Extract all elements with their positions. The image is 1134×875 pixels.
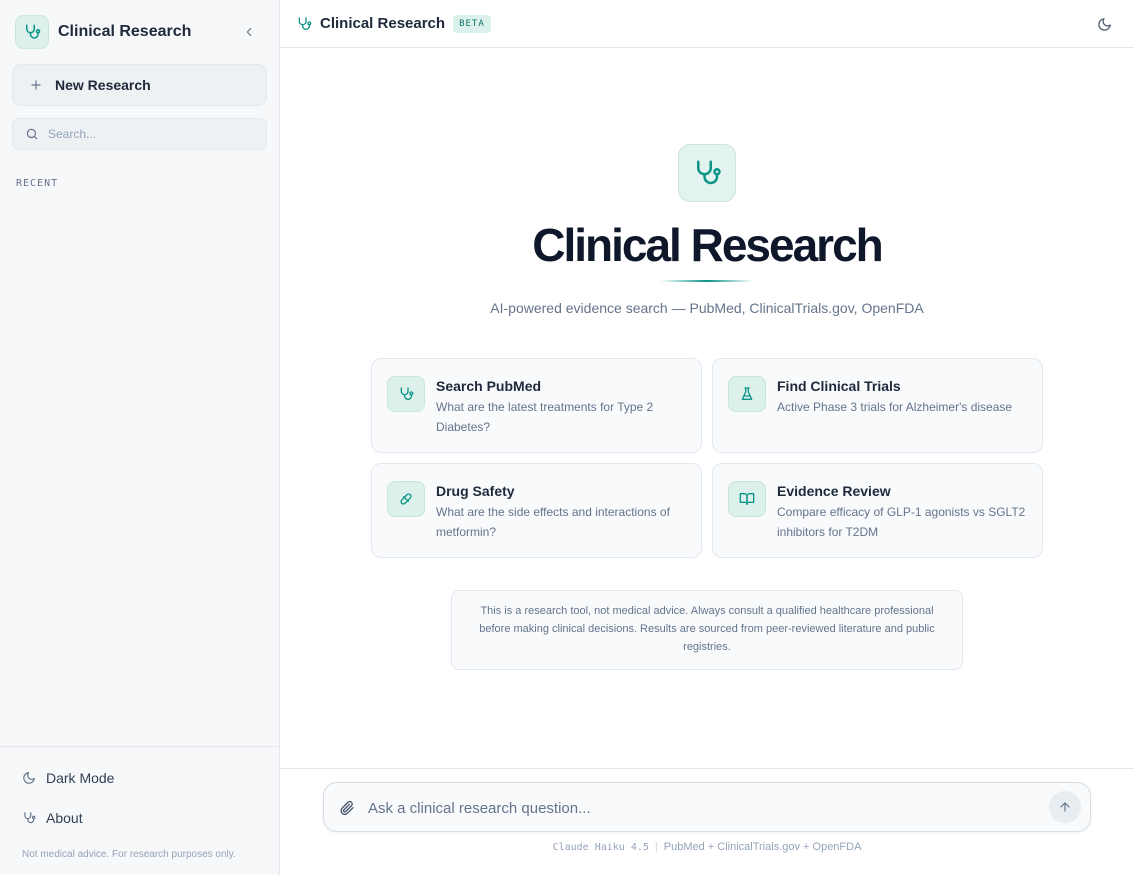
suggestion-card-evidence-review[interactable]: Evidence Review Compare efficacy of GLP-…: [712, 463, 1043, 558]
hero-stethoscope-icon: [678, 144, 736, 202]
pill-icon: [387, 481, 425, 517]
hero-subtitle: AI-powered evidence search — PubMed, Cli…: [490, 300, 924, 316]
attach-button[interactable]: [336, 797, 358, 819]
card-description: Compare efficacy of GLP-1 agonists vs SG…: [777, 505, 1026, 539]
chevron-left-icon: [246, 27, 252, 37]
suggestion-card-search-pubmed[interactable]: Search PubMed What are the latest treatm…: [371, 358, 702, 453]
theme-toggle-button[interactable]: [1094, 14, 1114, 34]
book-open-icon: [728, 481, 766, 517]
sidebar-brand: Clinical Research: [15, 15, 191, 49]
flask-icon: [728, 376, 766, 412]
question-input[interactable]: [368, 795, 1028, 821]
about-label: About: [46, 810, 83, 826]
plus-icon: [31, 80, 41, 90]
stethoscope-icon: [387, 376, 425, 412]
dark-mode-button[interactable]: Dark Mode: [12, 762, 267, 794]
suggestion-card-drug-safety[interactable]: Drug Safety What are the side effects an…: [371, 463, 702, 558]
card-title: Evidence Review: [777, 483, 891, 499]
sidebar-footer: Dark Mode About Not medical advice. For …: [0, 746, 279, 875]
search-icon: [26, 128, 38, 140]
suggestion-card-find-clinical-trials[interactable]: Find Clinical Trials Active Phase 3 tria…: [712, 358, 1043, 453]
composer-area: Claude Haiku 4.5 | PubMed + ClinicalTrials…: [280, 768, 1134, 875]
search-input[interactable]: [48, 127, 248, 141]
composer-meta: Claude Haiku 4.5 | PubMed + ClinicalTrials…: [280, 841, 1134, 853]
new-research-label: New Research: [55, 77, 151, 93]
topbar: Clinical Research BETA: [280, 0, 1134, 48]
disclaimer: This is a research tool, not medical adv…: [451, 590, 963, 670]
topbar-title: Clinical Research: [320, 15, 446, 32]
stethoscope-icon: [298, 16, 312, 30]
paperclip-icon: [340, 800, 354, 816]
collapse-sidebar-button[interactable]: [238, 20, 260, 44]
composer: [323, 782, 1091, 832]
moon-icon: [1097, 17, 1111, 31]
beta-badge: BETA: [453, 14, 491, 33]
about-button[interactable]: About: [12, 802, 267, 834]
send-button[interactable]: [1049, 791, 1081, 823]
sidebar-search[interactable]: [12, 118, 267, 150]
stethoscope-icon: [15, 15, 49, 49]
moon-icon: [23, 772, 35, 784]
model-label: Claude Haiku 4.5: [552, 842, 649, 853]
arrow-up-icon: [1060, 802, 1070, 812]
sidebar-footer-note: Not medical advice. For research purpose…: [22, 849, 236, 860]
hero-divider: [660, 280, 754, 282]
meta-separator: |: [654, 841, 658, 853]
recent-section-label: RECENT: [16, 178, 59, 189]
new-research-button[interactable]: New Research: [12, 64, 267, 106]
card-title: Drug Safety: [436, 483, 515, 499]
card-description: What are the latest treatments for Type …: [436, 400, 654, 434]
card-description: What are the side effects and interactio…: [436, 505, 670, 539]
sources-label: PubMed + ClinicalTrials.gov + OpenFDA: [663, 841, 862, 853]
hero-title: Clinical Research: [532, 219, 884, 271]
card-title: Find Clinical Trials: [777, 378, 901, 394]
dark-mode-label: Dark Mode: [46, 770, 115, 786]
card-title: Search PubMed: [436, 378, 542, 394]
stethoscope-icon: [24, 812, 36, 824]
card-description: Active Phase 3 trials for Alzheimer's di…: [777, 400, 1013, 414]
sidebar: Clinical Research New Research RECENT Da…: [0, 0, 280, 875]
sidebar-app-title: Clinical Research: [58, 23, 192, 40]
